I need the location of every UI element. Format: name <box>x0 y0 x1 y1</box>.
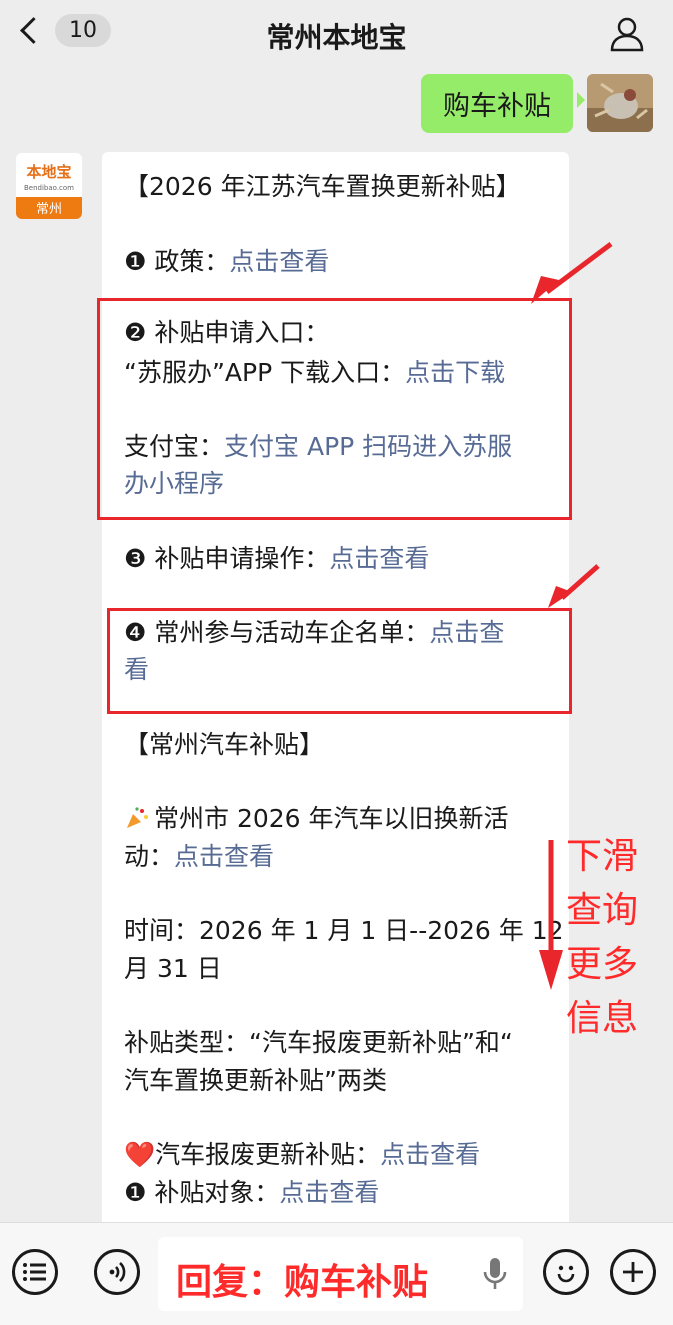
msg-line-time-cont: 月 31 日 <box>124 954 222 983</box>
target-link[interactable]: 点击查看 <box>279 1178 379 1207</box>
activity-link[interactable]: 点击查看 <box>174 842 274 871</box>
more-button[interactable] <box>610 1249 656 1295</box>
account-avatar[interactable]: 本地宝 Bendibao.com 常州 <box>16 153 82 219</box>
down-arrow-icon <box>539 840 563 990</box>
msg-line-time: 时间：2026 年 1 月 1 日--2026 年 12 <box>124 916 564 945</box>
logo-domain-text: Bendibao.com <box>24 184 74 192</box>
msg-line-type: 补贴类型：“汽车报废更新补贴”和“ <box>124 1028 513 1057</box>
bottom-input-bar: 回复：购车补贴 <box>0 1222 673 1325</box>
microphone-icon[interactable] <box>481 1257 509 1291</box>
policy-link[interactable]: 点击查看 <box>229 247 329 276</box>
outgoing-message-bubble[interactable]: 购车补贴 <box>421 74 585 133</box>
voice-toggle-button[interactable] <box>94 1249 140 1295</box>
msg-line-heading: 【2026 年江苏汽车置换更新补贴】 <box>124 172 521 201</box>
msg-line-changzhou-heading: 【常州汽车补贴】 <box>124 730 325 759</box>
msg-line-activity: 常州市 2026 年汽车以旧换新活 <box>124 801 509 837</box>
msg-line-policy: ❶ 政策：点击查看 <box>124 247 330 276</box>
operation-link[interactable]: 点击查看 <box>329 544 429 573</box>
voice-wave-icon <box>109 1262 126 1282</box>
highlight-box-apply <box>97 298 572 520</box>
smiley-icon <box>557 1265 575 1283</box>
top-bar: 10 常州本地宝 <box>0 0 673 68</box>
input-text: 回复：购车补贴 <box>176 1262 429 1303</box>
red-arrow-icon <box>548 564 600 608</box>
msg-line-operation: ❸ 补贴申请操作：点击查看 <box>124 544 430 573</box>
scrap-link[interactable]: 点击查看 <box>380 1140 480 1169</box>
list-menu-icon <box>23 1263 46 1281</box>
outgoing-message-row: 购车补贴 <box>421 74 653 133</box>
scroll-hint-annotation: 下滑查询更多信息 <box>566 836 639 1039</box>
user-avatar[interactable] <box>587 74 653 132</box>
msg-line-activity-cont: 动：点击查看 <box>124 842 275 871</box>
logo-city-text: 常州 <box>36 202 62 217</box>
plus-icon <box>623 1262 643 1282</box>
chat-title: 常州本地宝 <box>266 21 407 54</box>
msg-line-type-cont: 汽车置换更新补贴”两类 <box>124 1066 387 1095</box>
logo-brand-text: 本地宝 <box>26 163 71 181</box>
msg-line-scrap: ❤️汽车报废更新补贴：点击查看 <box>124 1140 481 1169</box>
person-icon[interactable] <box>607 14 647 54</box>
menu-button[interactable] <box>12 1249 58 1295</box>
msg-line-target: ❶ 补贴对象：点击查看 <box>124 1178 380 1207</box>
highlight-box-dealers <box>107 608 572 714</box>
party-popper-icon <box>127 807 148 828</box>
emoji-button[interactable] <box>543 1249 589 1295</box>
message-input[interactable]: 回复：购车补贴 <box>158 1237 523 1311</box>
red-arrow-icon <box>531 242 613 304</box>
